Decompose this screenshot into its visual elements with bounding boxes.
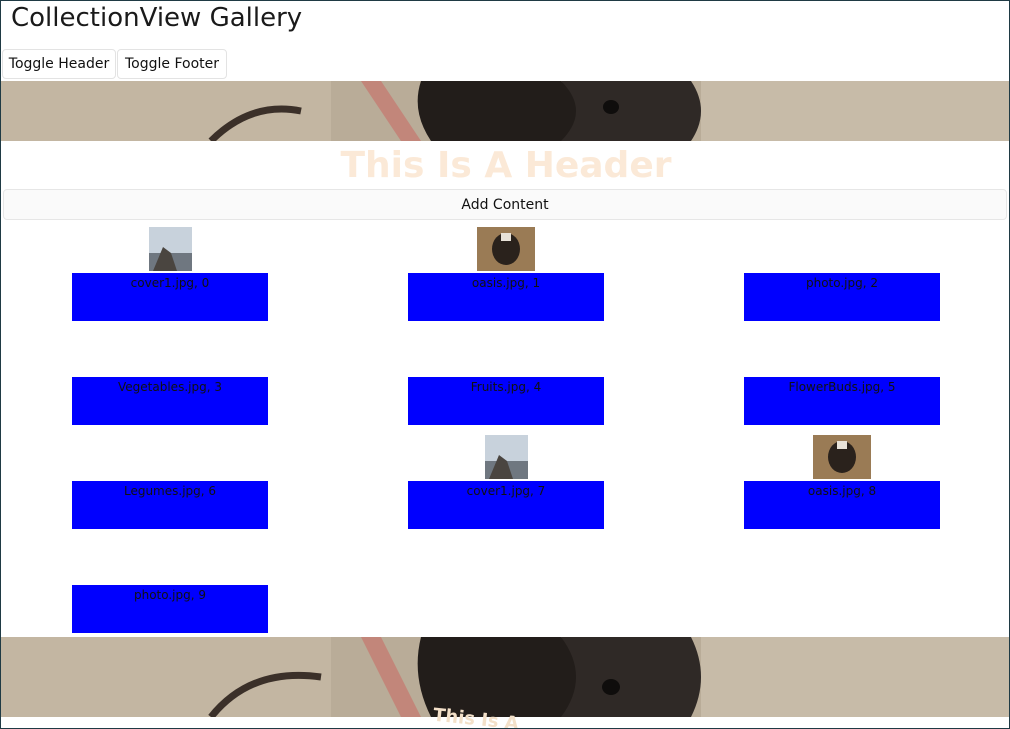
item-label: Legumes.jpg, 6 [123, 484, 217, 498]
item-label: photo.jpg, 9 [133, 588, 207, 602]
dog-photo [1, 81, 1009, 141]
footer-banner-image [1, 637, 1009, 717]
item-label: oasis.jpg, 8 [807, 484, 877, 498]
cover1-thumbnail [149, 227, 192, 271]
item-label: FlowerBuds.jpg, 5 [788, 380, 896, 394]
dog-photo [1, 637, 1009, 717]
item-label: cover1.jpg, 7 [466, 484, 546, 498]
toggle-header-button[interactable]: Toggle Header [2, 49, 116, 79]
oasis-thumbnail [813, 435, 871, 479]
item-label: photo.jpg, 2 [805, 276, 879, 290]
add-content-button[interactable]: Add Content [3, 189, 1007, 220]
item-label: Vegetables.jpg, 3 [118, 380, 222, 394]
header-text: This Is A Header [340, 144, 672, 186]
cover1-thumbnail [485, 435, 528, 479]
header-banner-image [1, 81, 1009, 141]
item-label: Fruits.jpg, 4 [470, 380, 542, 394]
app-window: CollectionView Gallery Toggle Header Tog… [0, 0, 1010, 729]
item-label: cover1.jpg, 0 [130, 276, 210, 290]
item-label: oasis.jpg, 1 [471, 276, 541, 290]
oasis-thumbnail [477, 227, 535, 271]
page-title: CollectionView Gallery [11, 3, 303, 33]
toggle-footer-button[interactable]: Toggle Footer [117, 49, 227, 79]
